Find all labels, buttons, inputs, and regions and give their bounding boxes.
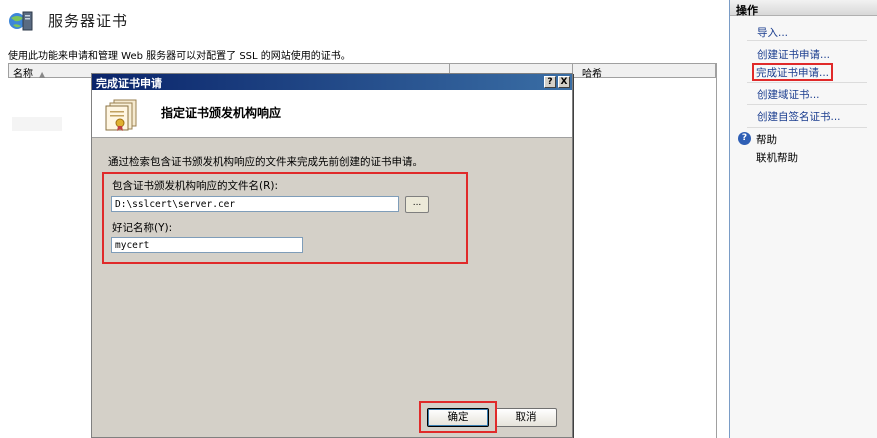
highlight-complete-request xyxy=(752,63,833,81)
column-header-hash[interactable]: 哈希 xyxy=(582,65,602,80)
page-description: 使用此功能来申请和管理 Web 服务器可以对配置了 SSL 的网站使用的证书。 xyxy=(8,51,351,62)
certificate-row[interactable] xyxy=(12,117,62,131)
action-divider xyxy=(747,127,867,128)
actions-header: 操作 xyxy=(730,0,877,17)
action-import[interactable]: 导入... xyxy=(757,25,788,40)
context-help-button[interactable]: ? xyxy=(544,76,556,88)
dialog-heading: 指定证书颁发机构响应 xyxy=(161,106,282,120)
action-create-request[interactable]: 创建证书申请... xyxy=(757,47,830,62)
page-header: 服务器证书 xyxy=(8,6,128,34)
help-icon[interactable]: ? xyxy=(738,132,751,145)
highlight-fields xyxy=(102,172,468,264)
server-certificate-icon xyxy=(8,8,34,32)
page-title: 服务器证书 xyxy=(48,11,129,30)
action-help[interactable]: 帮助 xyxy=(756,132,777,147)
cancel-button[interactable]: 取消 xyxy=(495,408,557,427)
pane-divider xyxy=(716,63,717,438)
dialog-title: 完成证书申请 xyxy=(96,77,162,90)
close-button[interactable]: X xyxy=(558,76,570,88)
action-divider xyxy=(747,82,867,83)
action-online-help[interactable]: 联机帮助 xyxy=(756,150,798,165)
dialog-instructions: 通过检索包含证书颁发机构响应的文件来完成先前创建的证书申请。 xyxy=(108,156,423,168)
dialog-banner: 指定证书颁发机构响应 xyxy=(92,90,572,138)
sort-ascending-icon: ▲ xyxy=(39,70,46,79)
highlight-ok-button xyxy=(419,401,497,433)
dialog-titlebar[interactable]: 完成证书申请 ? X xyxy=(92,74,572,90)
action-create-domain-cert[interactable]: 创建域证书... xyxy=(757,87,820,102)
column-header-name[interactable]: 名称 ▲ xyxy=(13,65,45,80)
complete-certificate-request-dialog: 完成证书申请 ? X 指定证书颁发机构响应 通过检索包含证书颁发机构响应的文件来… xyxy=(91,73,573,438)
action-divider xyxy=(747,104,867,105)
action-create-self-signed[interactable]: 创建自签名证书... xyxy=(757,109,841,124)
certificate-icon xyxy=(104,98,140,132)
action-divider xyxy=(747,40,867,41)
